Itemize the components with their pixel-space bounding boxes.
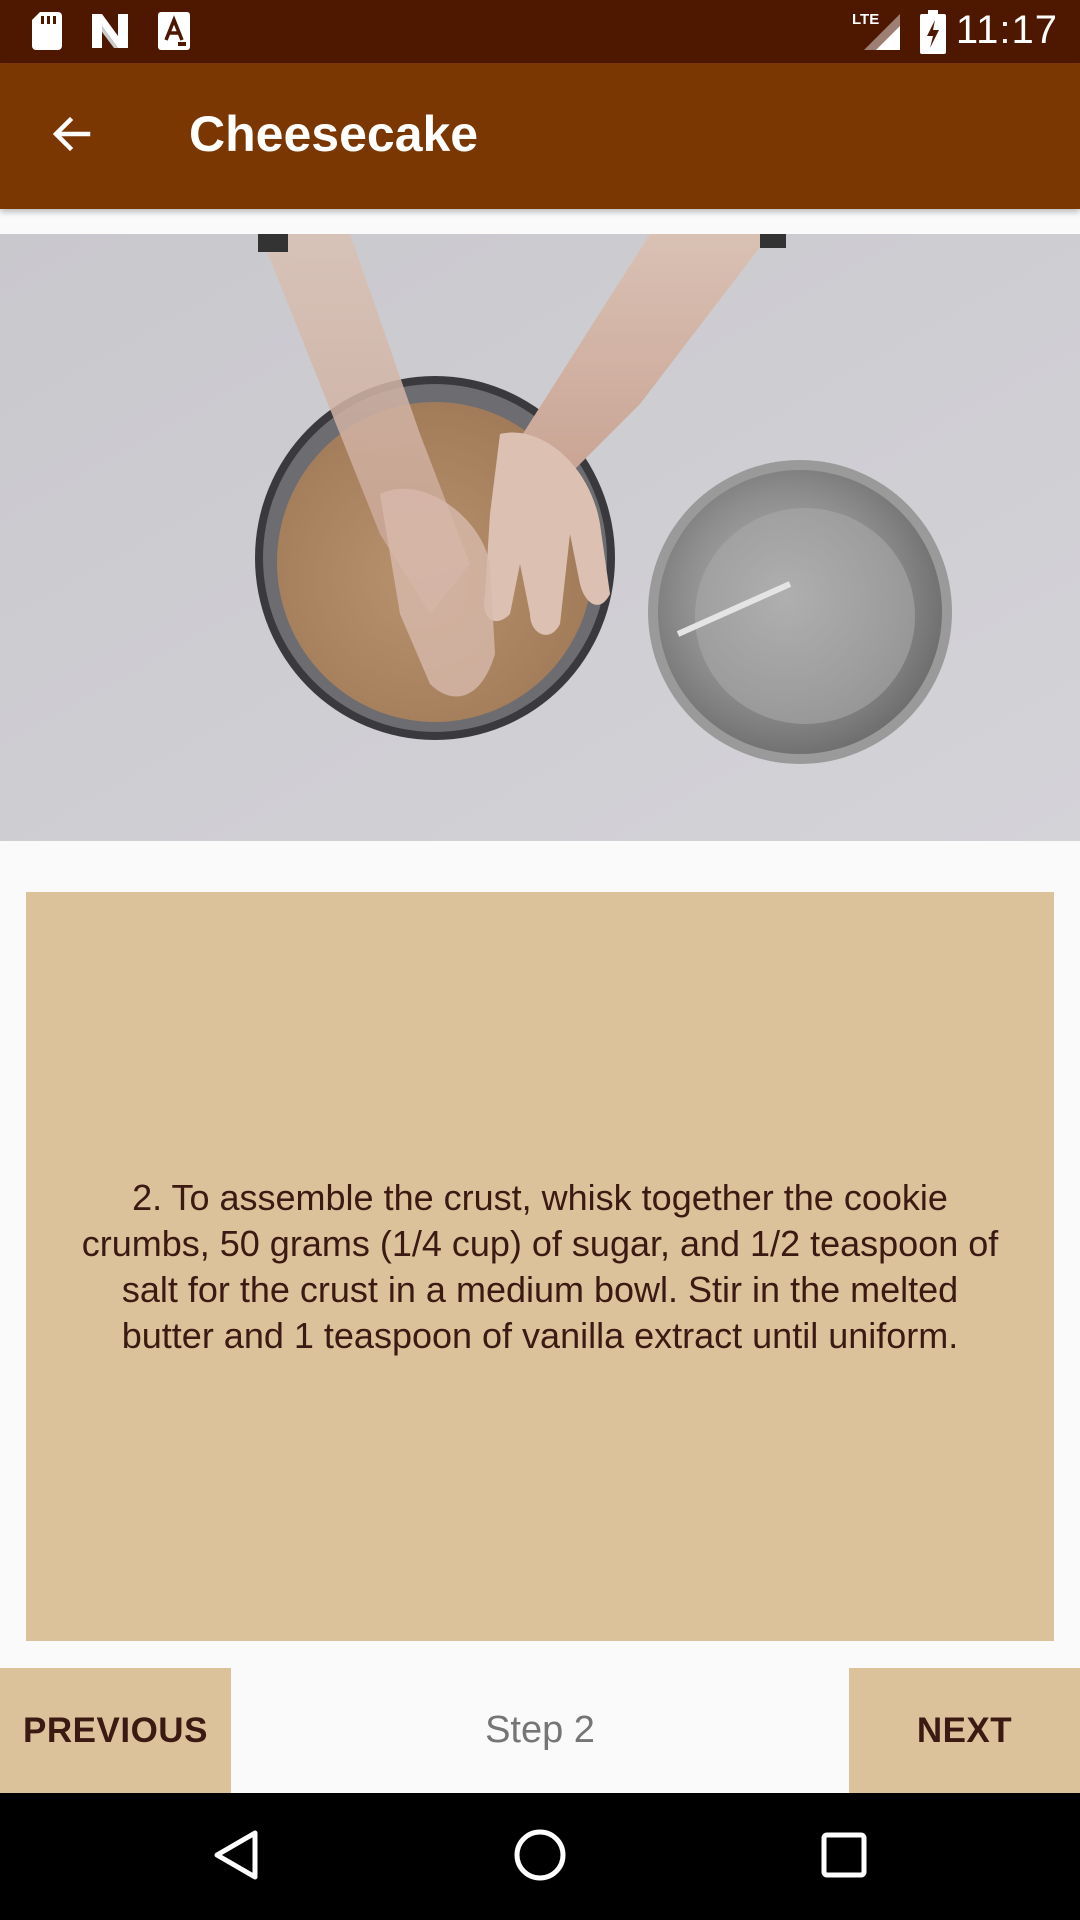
screen: LTE 11:17 Cheesecake 2. To assemble the …	[0, 0, 1080, 1920]
next-button[interactable]: NEXT	[849, 1668, 1080, 1793]
navigation-bar	[0, 1793, 1080, 1920]
recents-square-icon	[820, 1831, 868, 1884]
back-triangle-icon	[211, 1829, 261, 1886]
battery-charging-icon	[920, 10, 946, 59]
page-title: Cheesecake	[189, 106, 479, 162]
step-label: Step 2	[485, 1709, 595, 1751]
lte-signal-icon: LTE	[852, 10, 902, 57]
status-bar: LTE 11:17	[0, 0, 1080, 63]
instruction-card: 2. To assemble the crust, whisk together…	[26, 892, 1054, 1641]
video-frame	[0, 234, 1080, 841]
instruction-text: 2. To assemble the crust, whisk together…	[81, 1176, 999, 1356]
arrow-left-icon	[48, 110, 96, 163]
sd-card-icon	[32, 12, 62, 55]
status-time: 11:17	[955, 8, 1058, 52]
a-notification-icon	[158, 12, 190, 55]
nav-recents-button[interactable]	[808, 1821, 880, 1893]
nav-back-button[interactable]	[200, 1821, 272, 1893]
home-circle-icon	[513, 1828, 567, 1887]
previous-button[interactable]: PREVIOUS	[0, 1668, 231, 1793]
back-button[interactable]	[36, 100, 108, 172]
nav-home-button[interactable]	[504, 1821, 576, 1893]
recipe-video[interactable]	[0, 234, 1080, 841]
n-logo-icon	[90, 12, 130, 55]
app-bar: Cheesecake	[0, 63, 1080, 209]
svg-text:LTE: LTE	[852, 11, 879, 28]
